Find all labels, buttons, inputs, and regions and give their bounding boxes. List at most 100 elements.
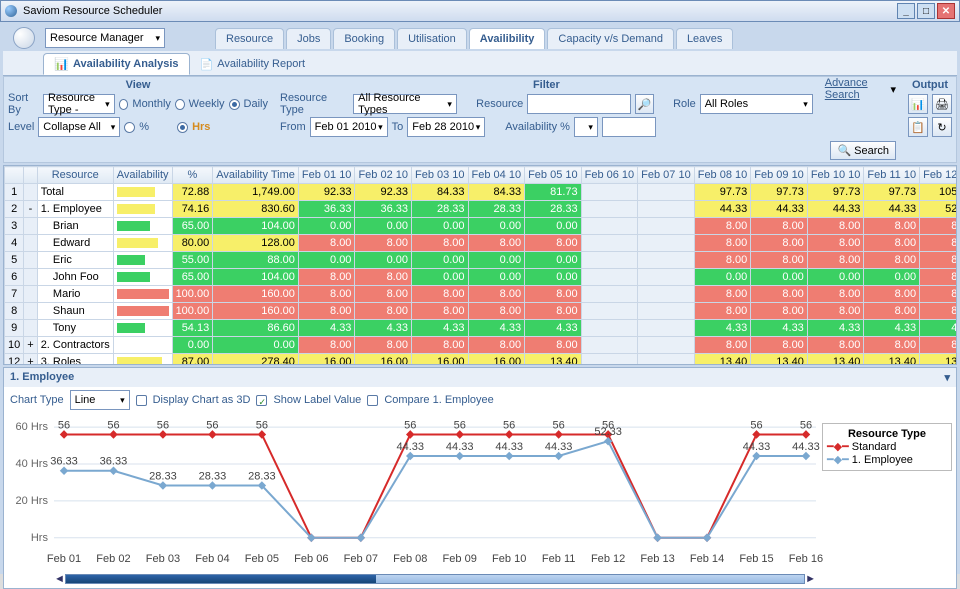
day-cell: 13.40 — [694, 354, 751, 366]
resource-cell: 3. Roles — [37, 354, 113, 366]
sortby-select[interactable]: Resource Type -▾ — [43, 94, 115, 114]
expand-toggle[interactable] — [24, 218, 37, 235]
svg-text:Feb 13: Feb 13 — [640, 553, 674, 565]
menu-booking[interactable]: Booking — [333, 28, 395, 49]
menu-jobs[interactable]: Jobs — [286, 28, 331, 49]
availtime-cell: 88.00 — [213, 252, 299, 269]
day-cell: 8.00 — [468, 337, 525, 354]
period-weekly-radio[interactable] — [175, 99, 185, 110]
period-monthly-radio[interactable] — [119, 99, 129, 110]
report-icon: 📄 — [200, 58, 214, 71]
expand-toggle[interactable]: - — [24, 201, 37, 218]
menu-capacity-v-s-demand[interactable]: Capacity v/s Demand — [547, 28, 674, 49]
day-cell — [638, 354, 695, 366]
to-date[interactable]: Feb 28 2010▾ — [407, 117, 485, 137]
print-button[interactable]: 🖨 — [932, 94, 952, 114]
day-cell — [638, 201, 695, 218]
orb-button[interactable] — [13, 27, 35, 49]
svg-text:44.33: 44.33 — [446, 441, 474, 453]
export-button[interactable]: 📋 — [908, 117, 928, 137]
day-cell: 8.00 — [864, 235, 920, 252]
day-cell: 0.00 — [864, 269, 920, 286]
expand-toggle[interactable] — [24, 269, 37, 286]
day-cell: 4.33 — [807, 320, 864, 337]
expand-toggle[interactable]: + — [24, 354, 37, 366]
role-select[interactable]: All Roles▾ — [700, 94, 813, 114]
maximize-button[interactable]: □ — [917, 3, 935, 19]
search-button[interactable]: 🔍Search — [830, 141, 896, 160]
day-cell: 8.00 — [751, 303, 808, 320]
menu-availibility[interactable]: Availibility — [469, 28, 546, 49]
resource-input[interactable] — [527, 94, 631, 114]
chart-options: Chart Type Line▾ Display Chart as 3D Sho… — [4, 387, 956, 413]
unit-percent-radio[interactable] — [124, 122, 135, 133]
day-cell: 8.00 — [468, 235, 525, 252]
day-cell: 44.33 — [807, 201, 864, 218]
tab-availability-analysis[interactable]: 📊 Availability Analysis — [43, 53, 190, 75]
expand-toggle[interactable]: + — [24, 337, 37, 354]
advance-search-link[interactable]: Advance Search — [825, 77, 887, 101]
expand-toggle[interactable] — [24, 320, 37, 337]
options-bar: View Sort By Resource Type -▾ Monthly We… — [3, 76, 957, 163]
chart-scrollbar[interactable]: ◄ ► — [54, 572, 816, 586]
unit-hrs-radio[interactable] — [177, 122, 188, 133]
collapse-icon[interactable]: ▾ — [944, 371, 950, 384]
day-cell: 8.00 — [751, 235, 808, 252]
menu-leaves[interactable]: Leaves — [676, 28, 733, 49]
display-3d-checkbox[interactable] — [136, 395, 147, 406]
export-excel-button[interactable]: 📊 — [908, 94, 928, 114]
resource-cell: John Foo — [37, 269, 113, 286]
menu-utilisation[interactable]: Utilisation — [397, 28, 467, 49]
availability-bar-cell — [113, 252, 172, 269]
compare-checkbox[interactable] — [367, 395, 378, 406]
refresh-button[interactable]: ↻ — [932, 117, 952, 137]
svg-text:28.33: 28.33 — [199, 470, 227, 482]
svg-text:28.33: 28.33 — [248, 470, 276, 482]
expand-toggle[interactable] — [24, 303, 37, 320]
expand-toggle[interactable] — [24, 184, 37, 201]
day-cell — [581, 286, 638, 303]
svg-text:60 Hrs: 60 Hrs — [16, 421, 49, 433]
day-cell: 8.00 — [355, 337, 412, 354]
availpct-value[interactable] — [602, 117, 656, 137]
menu-resource[interactable]: Resource — [215, 28, 284, 49]
percent-cell: 80.00 — [172, 235, 213, 252]
tab-availability-report[interactable]: 📄 Availability Report — [190, 53, 316, 75]
period-daily-radio[interactable] — [229, 99, 240, 110]
module-toolbar: Resource Manager ▾ ResourceJobsBookingUt… — [3, 25, 957, 51]
availability-grid[interactable]: ResourceAvailability%Availability TimeFe… — [3, 165, 957, 365]
day-cell: 36.33 — [298, 201, 355, 218]
day-cell: 0.00 — [807, 269, 864, 286]
binoculars-icon[interactable]: 🔎 — [635, 94, 654, 114]
show-label-checkbox[interactable] — [256, 395, 267, 406]
resource-type-select[interactable]: All Resource Types▾ — [353, 94, 457, 114]
svg-text:Feb 08: Feb 08 — [393, 553, 427, 565]
percent-cell: 55.00 — [172, 252, 213, 269]
level-select[interactable]: Collapse All▾ — [38, 117, 120, 137]
svg-text:20 Hrs: 20 Hrs — [16, 495, 49, 507]
from-date[interactable]: Feb 01 2010▾ — [310, 117, 388, 137]
module-select[interactable]: Resource Manager ▾ — [45, 28, 165, 48]
close-button[interactable]: ✕ — [937, 3, 955, 19]
day-cell: 8.00 — [864, 218, 920, 235]
availpct-op[interactable]: ▾ — [574, 117, 598, 137]
expand-toggle[interactable] — [24, 286, 37, 303]
row-number: 7 — [5, 286, 24, 303]
availability-bar-cell — [113, 201, 172, 218]
day-cell: 8.00 — [525, 337, 582, 354]
window-title: Saviom Resource Scheduler — [23, 5, 895, 17]
dropdown-icon[interactable]: ▾ — [890, 83, 896, 96]
expand-toggle[interactable] — [24, 235, 37, 252]
window-titlebar: Saviom Resource Scheduler _ □ ✕ — [0, 0, 960, 22]
day-cell: 0.00 — [468, 218, 525, 235]
day-cell: 44.33 — [864, 201, 920, 218]
expand-toggle[interactable] — [24, 252, 37, 269]
chevron-down-icon: ▾ — [120, 395, 125, 406]
minimize-button[interactable]: _ — [897, 3, 915, 19]
chart-type-select[interactable]: Line▾ — [70, 390, 130, 410]
day-cell: 8.00 — [411, 286, 468, 303]
day-cell: 8.00 — [864, 286, 920, 303]
tab-label: Availability Report — [217, 58, 305, 70]
day-cell — [581, 218, 638, 235]
svg-text:56: 56 — [256, 419, 268, 431]
